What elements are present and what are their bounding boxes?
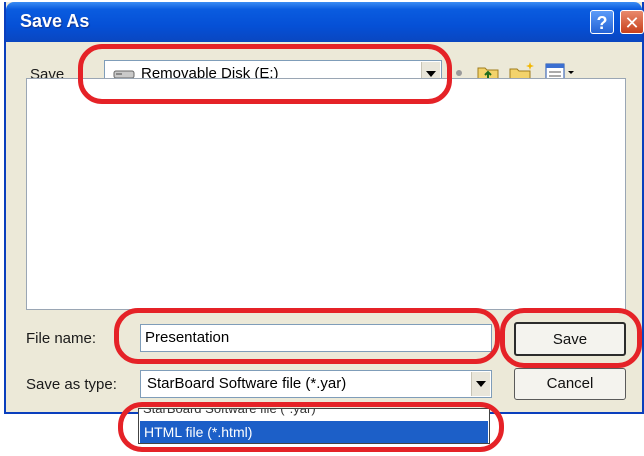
- cancel-button[interactable]: Cancel: [514, 368, 626, 400]
- save-as-type-combobox[interactable]: StarBoard Software file (*.yar): [140, 370, 492, 398]
- highlight-ring-save-in: [78, 44, 452, 104]
- highlight-ring-html-option: [118, 402, 504, 452]
- cancel-button-label: Cancel: [546, 375, 594, 392]
- save-as-type-label: Save as type:: [26, 376, 117, 393]
- file-list-pane[interactable]: [26, 78, 626, 310]
- chevron-down-icon: [476, 381, 486, 387]
- highlight-ring-save-button: [500, 308, 642, 368]
- close-icon: ✕: [624, 13, 640, 33]
- close-button[interactable]: ✕: [620, 10, 644, 34]
- dialog-title: Save As: [20, 11, 90, 31]
- help-button[interactable]: ?: [590, 10, 614, 34]
- save-as-type-value: StarBoard Software file (*.yar): [147, 375, 347, 392]
- file-name-label: File name:: [26, 330, 97, 347]
- title-bar[interactable]: Save As ? ✕: [6, 2, 644, 42]
- save-as-type-dropdown-arrow[interactable]: [471, 372, 490, 396]
- highlight-ring-file-name: [114, 308, 500, 364]
- help-icon: ?: [596, 13, 608, 33]
